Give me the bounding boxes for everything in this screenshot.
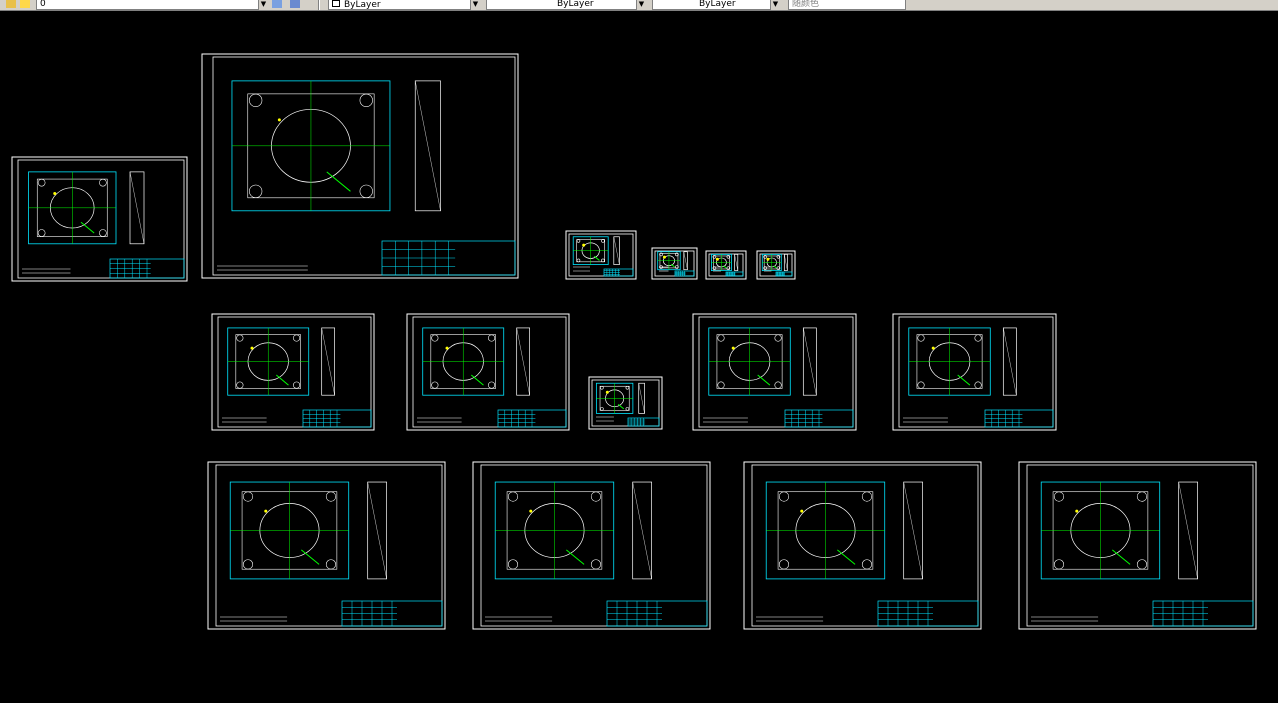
- drawing-small-part-a[interactable]: [565, 230, 637, 280]
- lineweight-dropdown[interactable]: ByLayer: [652, 0, 780, 10]
- plate-icon: [708, 327, 791, 396]
- linetype-dropdown[interactable]: ByLayer: [486, 0, 646, 10]
- toolbar-separator: [318, 0, 320, 10]
- properties-toolbar: 0 ▼ ByLayer ▼ ByLayer ▼ ByLayer ▼ 随颜色: [0, 0, 1278, 11]
- small-part-icon: [572, 236, 609, 265]
- cavity-icon: [227, 327, 310, 396]
- layer-dropdown[interactable]: 0: [36, 0, 266, 10]
- drawing-small-part-c[interactable]: [705, 250, 747, 280]
- plotstyle-value: 随颜色: [792, 0, 820, 9]
- drawing-plate-b[interactable]: [892, 313, 1057, 431]
- drawing-clamp-plate[interactable]: [1018, 461, 1257, 630]
- small-part-icon: [761, 253, 782, 272]
- drawing-canvas[interactable]: [0, 12, 1278, 699]
- color-dropdown[interactable]: ByLayer: [328, 0, 480, 10]
- small-part-icon: [711, 253, 732, 272]
- layer-previous-icon[interactable]: [290, 0, 300, 8]
- color-chevron-down-icon[interactable]: ▼: [470, 0, 480, 10]
- core-icon: [422, 327, 505, 396]
- lineweight-value: ByLayer: [699, 0, 736, 9]
- plotstyle-dropdown[interactable]: 随颜色: [788, 0, 906, 10]
- layer-chevron-down-icon[interactable]: ▼: [258, 0, 268, 10]
- small-part-icon: [595, 382, 634, 414]
- color-value: ByLayer: [344, 0, 381, 10]
- drawing-fixed-plate[interactable]: [207, 461, 446, 630]
- linetype-value: ByLayer: [557, 0, 594, 9]
- layer-value: 0: [40, 0, 46, 9]
- drawing-part-ellipse-ring[interactable]: [11, 156, 188, 282]
- plate-icon: [229, 481, 350, 580]
- plate-icon: [1040, 481, 1161, 580]
- color-swatch-icon: [332, 0, 340, 7]
- plate-icon: [765, 481, 886, 580]
- drawing-small-part-e[interactable]: [588, 376, 663, 430]
- layer-sun-icon[interactable]: [20, 0, 30, 8]
- drawing-moving-plate[interactable]: [472, 461, 711, 630]
- drawing-cavity-insert[interactable]: [211, 313, 375, 431]
- drawing-core-insert[interactable]: [406, 313, 570, 431]
- plate-icon: [494, 481, 615, 580]
- assembly-icon: [231, 80, 391, 212]
- layer-lightbulb-icon[interactable]: [6, 0, 16, 8]
- linetype-chevron-down-icon[interactable]: ▼: [636, 0, 646, 10]
- plate-icon: [908, 327, 991, 396]
- ellipse-part-icon: [28, 171, 117, 245]
- make-current-icon[interactable]: [272, 0, 282, 8]
- drawing-small-part-b[interactable]: [651, 247, 698, 280]
- lineweight-chevron-down-icon[interactable]: ▼: [770, 0, 780, 10]
- model-space[interactable]: [0, 12, 1278, 699]
- drawing-support-plate[interactable]: [743, 461, 982, 630]
- drawing-mold-assembly[interactable]: [201, 53, 519, 279]
- drawing-small-part-d[interactable]: [756, 250, 796, 280]
- drawing-plate-a[interactable]: [692, 313, 857, 431]
